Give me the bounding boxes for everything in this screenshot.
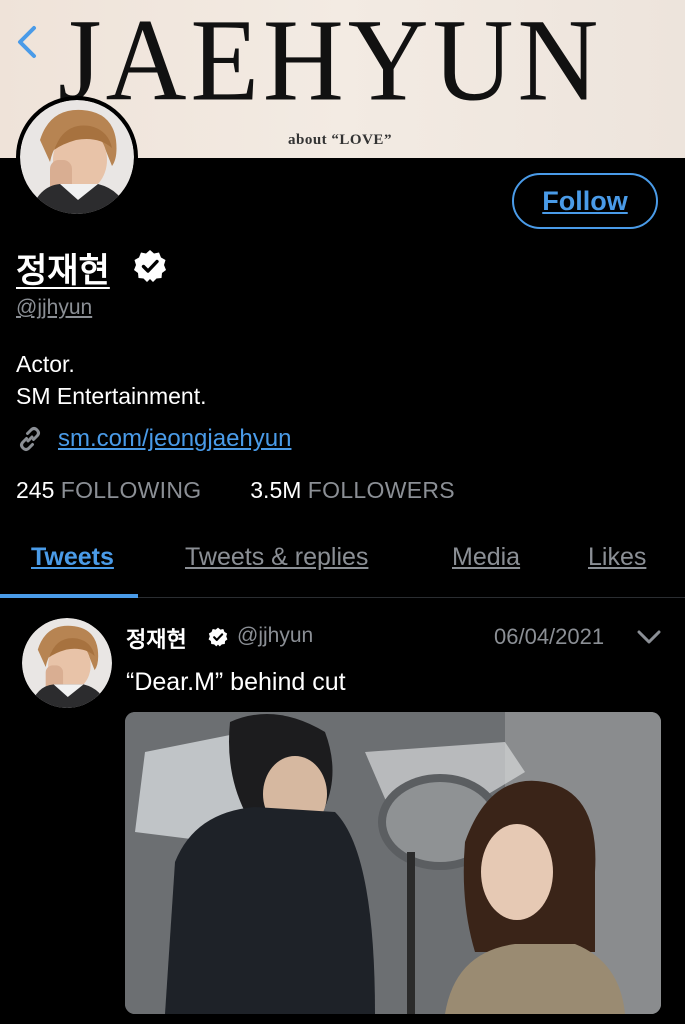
- profile-link[interactable]: sm.com/jeongjaehyun: [58, 425, 291, 453]
- tweet-author-handle: @jjhyun: [237, 624, 314, 647]
- profile-stats: 245 FOLLOWING 3.5M FOLLOWERS: [16, 477, 455, 504]
- chevron-left-icon: [18, 26, 36, 58]
- banner-title: JAEHYUN: [58, 0, 603, 126]
- tweet-author-name: 정재현: [126, 627, 187, 652]
- tab-media[interactable]: Media: [452, 543, 520, 572]
- profile-bio: Actor. SM Entertainment.: [16, 348, 206, 412]
- profile-avatar[interactable]: [16, 96, 138, 218]
- tab-tweets-replies[interactable]: Tweets & replies: [185, 543, 368, 572]
- tweet-date: 06/04/2021: [494, 624, 605, 649]
- tweet-avatar[interactable]: [22, 618, 112, 708]
- tweet-media-image[interactable]: [125, 712, 661, 1014]
- bio-line: Actor.: [16, 351, 75, 377]
- avatar-image: [20, 100, 134, 214]
- profile-tabs: Tweets Tweets & replies Media Likes: [0, 537, 685, 598]
- profile-name: 정재현: [16, 252, 110, 290]
- following-stat[interactable]: 245 FOLLOWING: [16, 477, 201, 504]
- followers-count: 3.5M: [250, 477, 302, 503]
- follow-button[interactable]: Follow: [512, 173, 658, 229]
- chevron-down-icon[interactable]: [636, 628, 662, 646]
- profile-handle: @jjhyun: [16, 296, 93, 319]
- followers-stat[interactable]: 3.5M FOLLOWERS: [250, 477, 455, 504]
- verified-badge-icon: [208, 627, 228, 647]
- following-count: 245: [16, 477, 55, 503]
- following-label: FOLLOWING: [60, 477, 202, 503]
- tab-likes[interactable]: Likes: [588, 543, 646, 572]
- bio-line: SM Entertainment.: [16, 383, 207, 409]
- back-button[interactable]: [12, 22, 46, 62]
- followers-label: FOLLOWERS: [307, 477, 455, 503]
- tweet-item[interactable]: 정재현 @jjhyun 06/04/2021 “Dear.M” behind c…: [0, 598, 685, 1024]
- banner-subtitle: about “LOVE”: [288, 132, 392, 148]
- photo-content: [125, 712, 661, 1014]
- link-icon: [20, 427, 40, 451]
- verified-badge-icon: [134, 250, 166, 282]
- avatar-image: [22, 618, 112, 708]
- tweet-text: “Dear.M” behind cut: [126, 668, 346, 696]
- tab-tweets[interactable]: Tweets: [31, 543, 114, 572]
